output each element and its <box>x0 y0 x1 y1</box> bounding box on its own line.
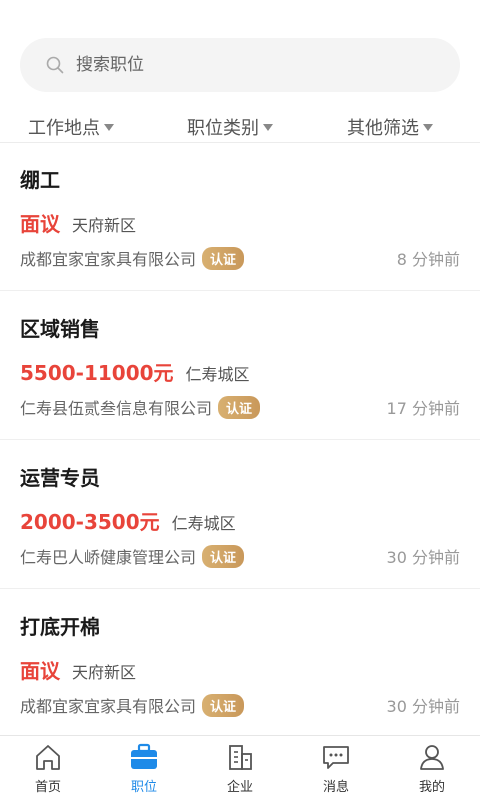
post-time: 17 分钟前 <box>386 399 460 418</box>
tab-label: 首页 <box>34 780 61 795</box>
job-salary: 5500-11000元 <box>20 361 174 385</box>
tab-home[interactable]: 首页 <box>0 736 96 801</box>
post-time: 30 分钟前 <box>386 548 460 567</box>
filter-label: 其他筛选 <box>347 118 419 139</box>
tab-label: 职位 <box>130 780 157 795</box>
triangle-down-icon <box>104 123 114 131</box>
home-icon <box>33 742 63 772</box>
job-title: 打底开棉 <box>20 615 100 639</box>
verified-badge: 认证 <box>202 544 245 568</box>
job-item[interactable]: 绷工 面议 天府新区 成都宜家宜家具有限公司 认证 8 分钟前 <box>0 142 480 291</box>
job-item[interactable]: 打底开棉 面议 天府新区 成都宜家宜家具有限公司 认证 30 分钟前 <box>0 589 480 738</box>
job-area: 天府新区 <box>72 216 137 235</box>
triangle-down-icon <box>263 123 273 131</box>
job-salary: 面议 <box>20 659 60 683</box>
tab-jobs[interactable]: 职位 <box>96 736 192 801</box>
job-title: 区域销售 <box>20 317 100 341</box>
search-input[interactable] <box>74 54 438 76</box>
tab-label: 消息 <box>322 780 349 795</box>
job-area: 仁寿城区 <box>185 365 250 384</box>
user-icon <box>417 742 447 772</box>
filter-category[interactable]: 职位类别 <box>187 114 273 140</box>
company-name: 仁寿县伍贰叁信息有限公司 <box>20 399 213 418</box>
job-area: 天府新区 <box>72 663 137 682</box>
company-name: 成都宜家宜家具有限公司 <box>20 250 197 269</box>
tab-label: 我的 <box>418 780 445 795</box>
tab-messages[interactable]: 消息 <box>288 736 384 801</box>
post-time: 8 分钟前 <box>396 250 460 269</box>
job-salary: 2000-3500元 <box>20 510 160 534</box>
triangle-down-icon <box>423 123 433 131</box>
job-list: 绷工 面议 天府新区 成都宜家宜家具有限公司 认证 8 分钟前 区域销售 550… <box>0 142 480 738</box>
filter-label: 职位类别 <box>187 118 259 139</box>
tab-companies[interactable]: 企业 <box>192 736 288 801</box>
job-area: 仁寿城区 <box>171 514 236 533</box>
job-title: 运营专员 <box>20 466 100 490</box>
tab-label: 企业 <box>226 780 253 795</box>
job-item[interactable]: 运营专员 2000-3500元 仁寿城区 仁寿巴人峤健康管理公司 认证 30 分… <box>0 440 480 589</box>
tab-profile[interactable]: 我的 <box>384 736 480 801</box>
search-icon <box>46 56 64 74</box>
company-name: 成都宜家宜家具有限公司 <box>20 697 197 716</box>
filter-location[interactable]: 工作地点 <box>28 114 114 140</box>
message-icon <box>321 742 351 772</box>
bottom-tab-bar: 首页 职位 企业 消息 我的 <box>0 735 480 801</box>
filter-bar: 工作地点 职位类别 其他筛选 <box>0 108 480 143</box>
job-item[interactable]: 区域销售 5500-11000元 仁寿城区 仁寿县伍贰叁信息有限公司 认证 17… <box>0 291 480 440</box>
filter-label: 工作地点 <box>28 118 100 139</box>
post-time: 30 分钟前 <box>386 697 460 716</box>
building-icon <box>225 742 255 772</box>
filter-other[interactable]: 其他筛选 <box>347 114 433 140</box>
verified-badge: 认证 <box>218 395 261 419</box>
search-bar[interactable] <box>20 38 460 92</box>
verified-badge: 认证 <box>202 693 245 717</box>
job-salary: 面议 <box>20 212 60 236</box>
company-name: 仁寿巴人峤健康管理公司 <box>20 548 197 567</box>
job-title: 绷工 <box>20 168 60 192</box>
briefcase-icon <box>129 742 159 772</box>
verified-badge: 认证 <box>202 246 245 270</box>
